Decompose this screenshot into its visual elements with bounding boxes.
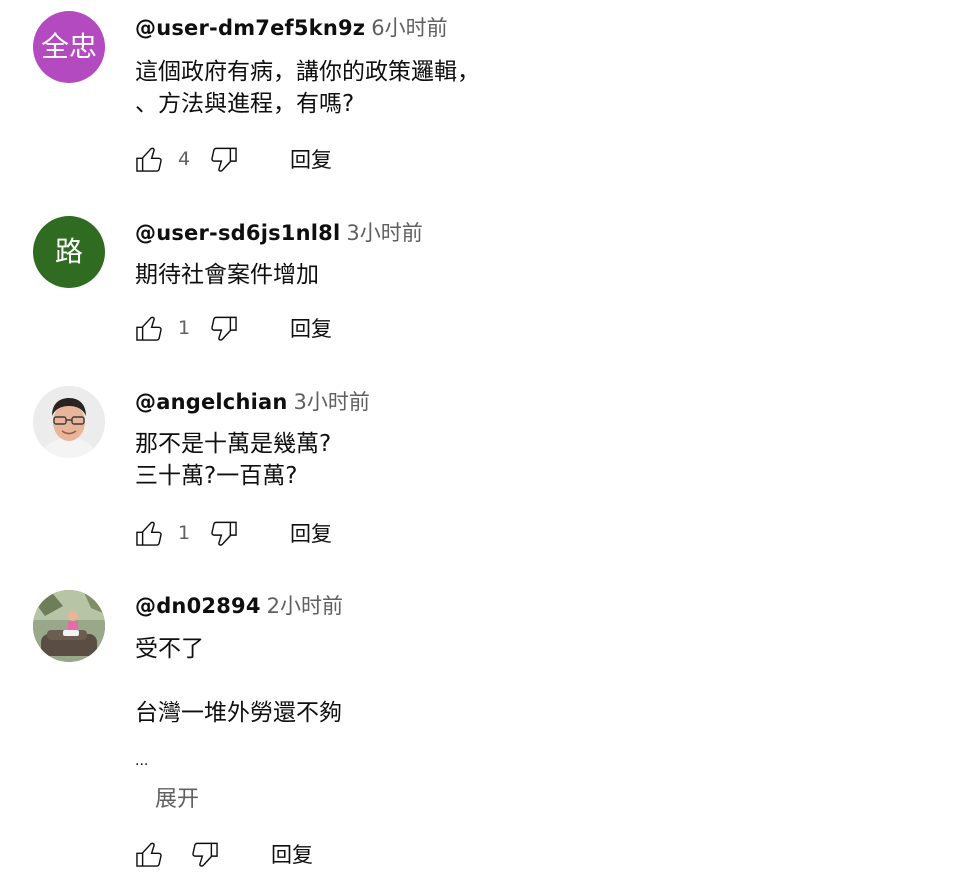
like-button[interactable] — [130, 835, 168, 873]
timestamp[interactable]: 6小时前 — [371, 16, 447, 40]
reply-button[interactable]: 回复 — [290, 144, 332, 174]
avatar[interactable] — [33, 590, 105, 662]
like-count: 1 — [178, 317, 191, 339]
comment-text: 那不是十萬是幾萬? 三十萬?一百萬? — [135, 428, 331, 492]
dislike-button[interactable] — [205, 309, 243, 347]
comment-line: 期待社會案件增加 — [135, 262, 319, 288]
comment-text: 期待社會案件增加 — [135, 259, 319, 291]
thumb-up-icon — [136, 521, 162, 546]
comment-actions: 1 回复 — [130, 308, 332, 348]
comment-line: 這個政府有病，講你的政策邏輯， — [135, 59, 480, 85]
expand-button[interactable]: 展开 — [155, 785, 199, 815]
avatar-photo — [33, 590, 105, 662]
dislike-button[interactable] — [186, 835, 224, 873]
thumb-up-icon — [136, 147, 162, 172]
timestamp[interactable]: 3小时前 — [294, 390, 370, 414]
avatar-initials: 全忠 — [40, 30, 97, 63]
comment-line: 那不是十萬是幾萬? — [135, 431, 332, 457]
comment-header: @dn02894 2小时前 — [135, 592, 343, 620]
reply-button[interactable]: 回复 — [271, 839, 313, 869]
comment-line: 受不了 — [135, 636, 204, 662]
timestamp[interactable]: 2小时前 — [267, 594, 343, 618]
avatar[interactable]: 路 — [33, 216, 105, 288]
comment-actions: 回复 — [130, 834, 313, 874]
avatar[interactable]: 全忠 — [33, 11, 105, 83]
thumb-up-icon — [136, 316, 162, 341]
comment-line: 三十萬?一百萬? — [135, 463, 298, 489]
timestamp[interactable]: 3小时前 — [346, 221, 422, 245]
comment-actions: 1 回复 — [130, 513, 332, 553]
like-button[interactable] — [130, 514, 168, 552]
comment-header: @user-sd6js1nl8l 3小时前 — [135, 219, 423, 247]
like-count: 1 — [178, 522, 191, 544]
avatar-initials: 路 — [54, 235, 83, 268]
author-name[interactable]: @user-sd6js1nl8l — [135, 221, 340, 245]
like-button[interactable] — [130, 309, 168, 347]
reply-button[interactable]: 回复 — [290, 313, 332, 343]
thumb-up-icon — [136, 842, 162, 867]
comment-line — [135, 665, 342, 697]
comment-line: 、方法與進程，有嗎? — [135, 91, 355, 117]
comment-header: @user-dm7ef5kn9z 6小时前 — [135, 14, 448, 42]
dislike-button[interactable] — [205, 514, 243, 552]
avatar[interactable] — [33, 386, 105, 458]
avatar-photo — [33, 386, 105, 458]
comment-text: 這個政府有病，講你的政策邏輯， 、方法與進程，有嗎? — [135, 56, 480, 120]
like-count: 4 — [178, 148, 191, 170]
like-button[interactable] — [130, 140, 168, 178]
truncation-ellipsis: ... — [135, 753, 149, 769]
comment-text: 受不了 台灣一堆外勞還不夠 — [135, 633, 342, 729]
thumb-down-icon — [192, 842, 218, 867]
author-name[interactable]: @user-dm7ef5kn9z — [135, 16, 365, 40]
comment-actions: 4 回复 — [130, 139, 332, 179]
dislike-button[interactable] — [205, 140, 243, 178]
thumb-down-icon — [211, 521, 237, 546]
reply-button[interactable]: 回复 — [290, 518, 332, 548]
comment-header: @angelchian 3小时前 — [135, 388, 370, 416]
thumb-down-icon — [211, 316, 237, 341]
comment-line: 台灣一堆外勞還不夠 — [135, 700, 342, 726]
author-name[interactable]: @angelchian — [135, 390, 288, 414]
author-name[interactable]: @dn02894 — [135, 594, 261, 618]
thumb-down-icon — [211, 147, 237, 172]
